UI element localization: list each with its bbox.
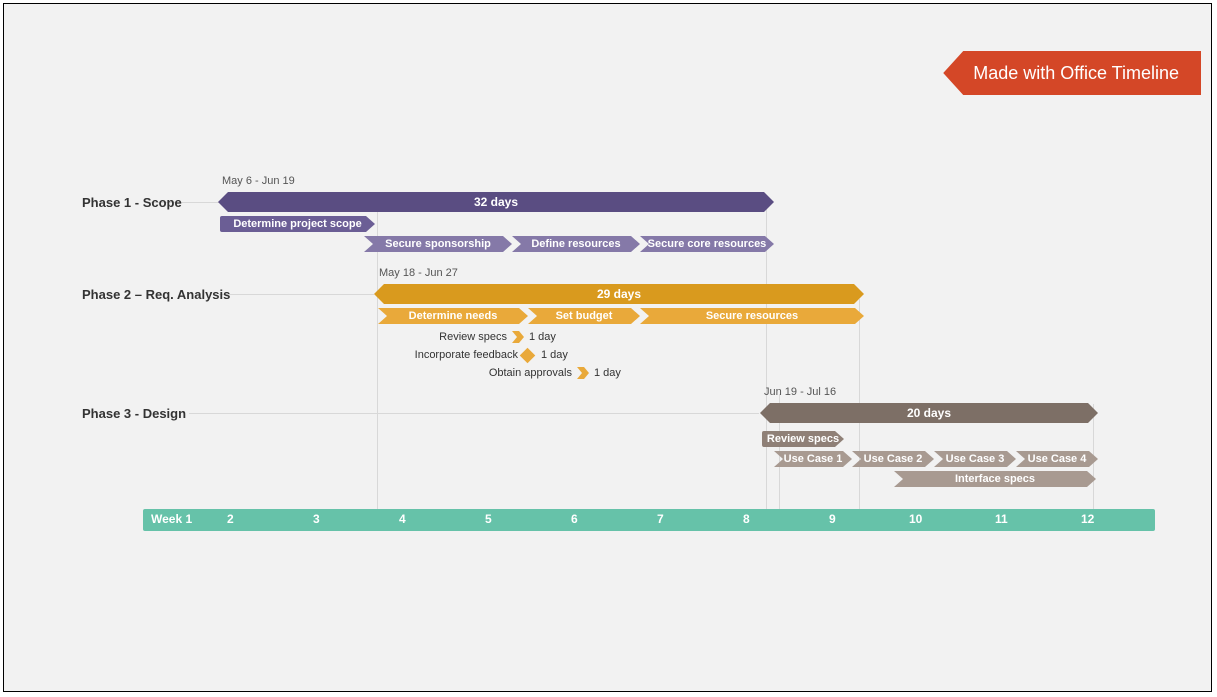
task-bar: Use Case 2 xyxy=(852,451,934,467)
milestone-row: Obtain approvals 1 day xyxy=(474,364,621,382)
task-label: Use Case 1 xyxy=(784,453,843,465)
week-label: 12 xyxy=(1081,512,1094,526)
task-label: Review specs xyxy=(767,433,839,445)
task-label: Set budget xyxy=(556,310,613,322)
phase-duration: 29 days xyxy=(597,287,641,301)
leader-line xyxy=(189,413,759,414)
task-bar: Secure core resources xyxy=(640,236,774,252)
chevron-icon xyxy=(576,366,590,380)
week-label: 11 xyxy=(995,512,1008,526)
task-bar: Use Case 3 xyxy=(934,451,1016,467)
milestone-label: Review specs xyxy=(432,331,507,343)
week-label: 2 xyxy=(227,512,234,526)
week-label: 3 xyxy=(313,512,320,526)
milestone-label: Obtain approvals xyxy=(474,367,572,379)
week-label: 7 xyxy=(657,512,664,526)
task-label: Use Case 2 xyxy=(864,453,923,465)
task-bar: Interface specs xyxy=(894,471,1096,487)
phase-label: Phase 3 - Design xyxy=(82,406,186,421)
phase-duration: 32 days xyxy=(474,195,518,209)
task-label: Determine project scope xyxy=(233,218,361,230)
week-label: 8 xyxy=(743,512,750,526)
milestone-duration: 1 day xyxy=(594,367,621,379)
phase-label: Phase 2 – Req. Analysis xyxy=(82,287,230,302)
week-label: 5 xyxy=(485,512,492,526)
week-label: 6 xyxy=(571,512,578,526)
phase-bar: 32 days xyxy=(218,192,774,212)
week-label: 4 xyxy=(399,512,406,526)
week-axis: Week 1 2 3 4 5 6 7 8 9 10 11 12 xyxy=(143,509,1155,531)
diamond-icon xyxy=(520,347,536,363)
week-label: Week 1 xyxy=(151,512,192,526)
phase-duration: 20 days xyxy=(907,406,951,420)
milestone-row: Incorporate feedback 1 day xyxy=(400,346,568,364)
phase-daterange: Jun 19 - Jul 16 xyxy=(764,386,836,398)
task-label: Use Case 3 xyxy=(946,453,1005,465)
task-bar: Review specs xyxy=(762,431,844,447)
task-bar: Set budget xyxy=(528,308,640,324)
task-bar: Secure resources xyxy=(640,308,864,324)
slide-frame: Made with Office Timeline Phase 1 - Scop… xyxy=(3,3,1212,692)
phase-daterange: May 6 - Jun 19 xyxy=(222,175,295,187)
task-label: Define resources xyxy=(531,238,620,250)
task-label: Secure resources xyxy=(706,310,798,322)
phase-bar: 29 days xyxy=(374,284,864,304)
task-bar: Define resources xyxy=(512,236,640,252)
phase-daterange: May 18 - Jun 27 xyxy=(379,267,458,279)
milestone-duration: 1 day xyxy=(541,349,568,361)
task-label: Interface specs xyxy=(955,473,1035,485)
task-label: Use Case 4 xyxy=(1028,453,1087,465)
phase-label: Phase 1 - Scope xyxy=(82,195,182,210)
task-bar: Use Case 4 xyxy=(1016,451,1098,467)
task-bar: Use Case 1 xyxy=(774,451,852,467)
task-bar: Secure sponsorship xyxy=(364,236,512,252)
leader-line xyxy=(219,294,374,295)
task-bar: Determine needs xyxy=(378,308,528,324)
week-label: 9 xyxy=(829,512,836,526)
milestone-duration: 1 day xyxy=(529,331,556,343)
gantt-chart: Phase 1 - Scope May 6 - Jun 19 32 days D… xyxy=(4,4,1211,691)
phase-bar: 20 days xyxy=(760,403,1098,423)
task-label: Secure sponsorship xyxy=(385,238,491,250)
task-bar: Determine project scope xyxy=(220,216,375,232)
milestone-row: Review specs 1 day xyxy=(432,328,556,346)
milestone-label: Incorporate feedback xyxy=(400,349,518,361)
week-label: 10 xyxy=(909,512,922,526)
chevron-icon xyxy=(511,330,525,344)
task-label: Determine needs xyxy=(409,310,498,322)
task-label: Secure core resources xyxy=(648,238,767,250)
